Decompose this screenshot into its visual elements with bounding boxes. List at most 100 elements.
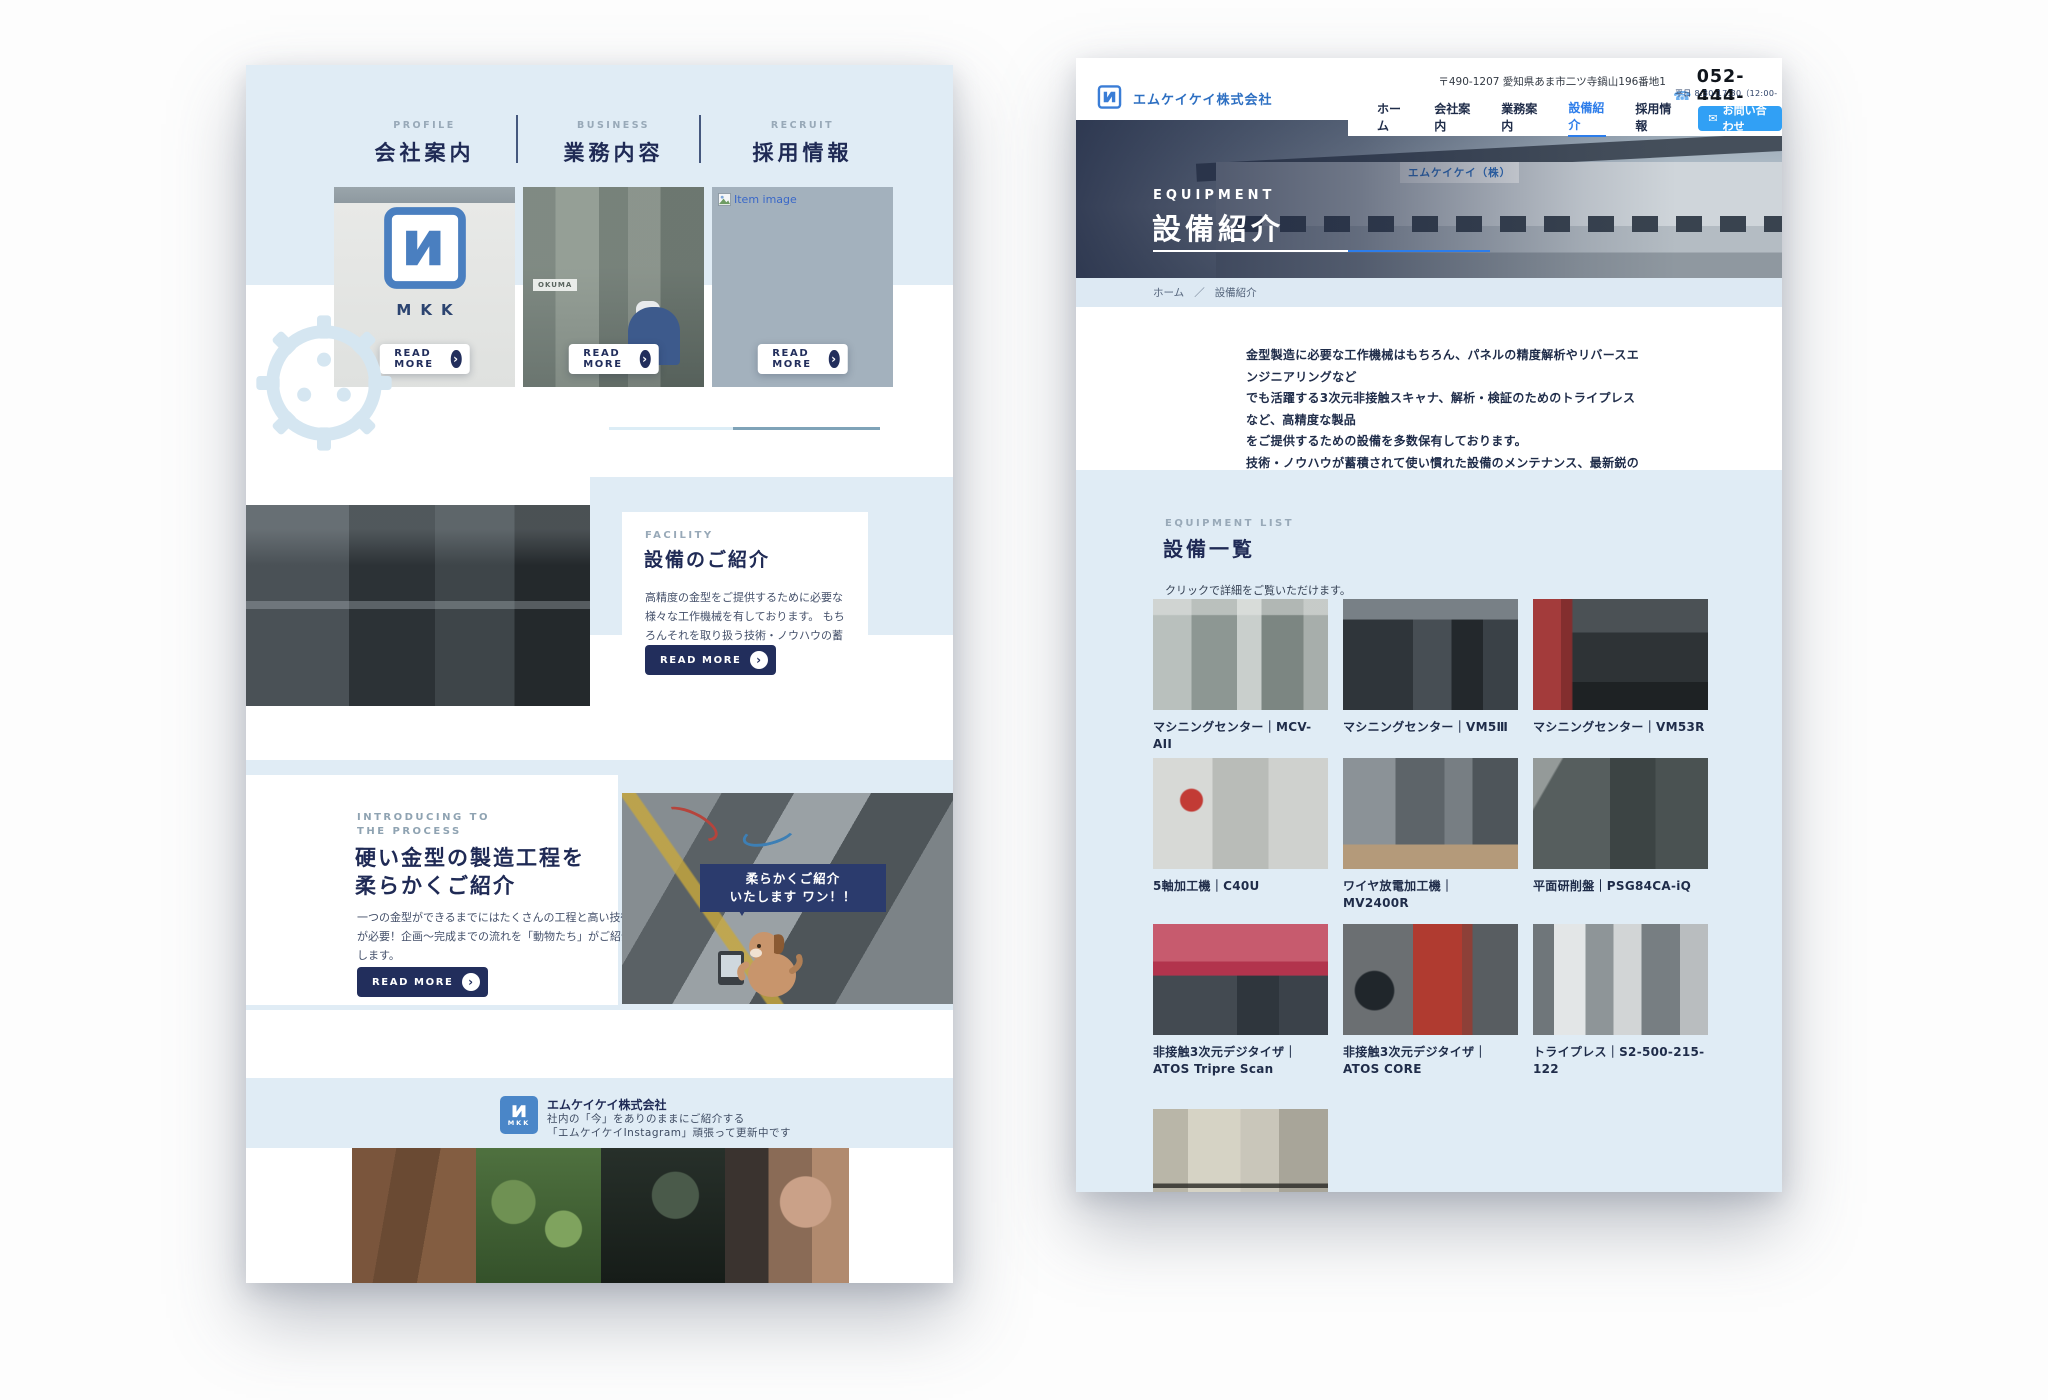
column-divider [699,115,701,163]
instagram-photo-plants[interactable] [476,1148,600,1283]
equipment-item-atos-core[interactable]: 非接触3次元デジタイザ｜ATOS CORE [1343,924,1518,1078]
3d-digitizer-red-photo [1343,924,1518,1035]
instagram-photo-person[interactable] [725,1148,849,1283]
chevron-right-icon: › [451,350,462,368]
equipment-item-psg84ca[interactable]: 平面研削盤｜PSG84CA-iQ [1533,758,1708,895]
five-axis-machine-photo [1153,758,1328,869]
process-label-line1: INTRODUCING TO [357,812,490,823]
home-page-screenshot: PROFILE 会社案内 BUSINESS 業務内容 RECRUIT 採用情報 … [246,65,953,1283]
nav-item-company[interactable]: 会社案内 [1434,100,1472,136]
chevron-right-icon: › [640,350,651,368]
main-navigation: ホーム 会社案内 業務案内 設備紹介 採用情報 ✉ お問い合わせ [1348,100,1782,136]
slider-heading-profile: PROFILE 会社案内 [334,120,515,167]
equipment-item-vm5iii[interactable]: マシニングセンター｜VM5Ⅲ [1343,599,1518,736]
facility-read-more-button[interactable]: READ MORE › [645,645,776,675]
business-label-ja: 業務内容 [523,137,704,167]
process-read-more-button[interactable]: READ MORE › [357,967,488,997]
instagram-caption-line2: 「エムケイケイInstagram」頑張って更新中です [547,1125,791,1140]
company-address: 〒490-1207 愛知県あま市二ツ寺鍋山196番地1 [1376,74,1666,89]
bubble-line1: 柔らかくご紹介 [746,870,841,888]
dog-mascot-illustration [716,913,806,1003]
mkk-instagram-logo: MKK [500,1096,538,1134]
surface-grinder-photo [1533,758,1708,869]
equipment-item-atos-tripre[interactable]: 非接触3次元デジタイザ｜ATOS Tripre Scan [1153,924,1328,1078]
hero-underline-blue [1348,250,1490,252]
business-card[interactable]: OKUMA READ MORE › [523,187,704,387]
equipment-item-vm53r[interactable]: マシニングセンター｜VM53R [1533,599,1708,736]
broken-image-alt-text: Item image [734,193,797,206]
3d-digitizer-pink-photo [1153,924,1328,1035]
mkk-signboard: MKK [365,205,485,319]
machining-center-light-photo [1153,599,1328,710]
chevron-right-icon: › [462,973,480,991]
carousel-progress-bar[interactable] [733,427,880,430]
intro-line: でも活躍する3次元非接触スキャナ、解析・検証のためのトライプレスなど、高精度な製… [1246,388,1646,431]
company-name[interactable]: エムケイケイ株式会社 [1133,89,1272,108]
nav-item-recruit[interactable]: 採用情報 [1635,100,1673,136]
recruit-label-en: RECRUIT [712,120,893,131]
breadcrumb-current: 設備紹介 [1215,285,1257,300]
page-title: 設備紹介 [1152,206,1284,248]
business-read-more-button[interactable]: READ MORE › [568,344,659,374]
recruit-card[interactable]: Item image READ MORE › [712,187,893,387]
facility-label: FACILITY [645,530,714,541]
facility-card: FACILITY 設備のご紹介 高精度の金型をご提供するために必要な様々な工作機… [622,512,868,710]
broken-image-indicator: Item image [718,193,797,206]
carousel-track [609,427,733,430]
instagram-photo-wood[interactable] [352,1148,476,1283]
mkk-logo-icon[interactable] [1093,85,1126,109]
process-label-line2: THE PROCESS [357,826,462,837]
instagram-photo-dark-scene[interactable] [601,1148,725,1283]
okuma-brand-label: OKUMA [533,279,577,291]
equipment-list-section: EQUIPMENT LIST 設備一覧 クリックで詳細をご覧いただけます。 マシ… [1076,470,1782,1192]
hero-label-en: EQUIPMENT [1153,188,1275,203]
breadcrumb-bar: ホーム ／ 設備紹介 [1076,278,1782,307]
breadcrumb-separator: ／ [1194,285,1205,300]
column-divider [516,115,518,163]
slider-heading-business: BUSINESS 業務内容 [523,120,704,167]
nav-item-business[interactable]: 業務案内 [1501,100,1539,136]
equipment-list-label: EQUIPMENT LIST [1165,518,1294,529]
process-title-line2: 柔らかくご紹介 [355,870,516,900]
facility-factory-photo [246,505,590,706]
mkk-logo-icon [382,205,468,291]
hero-banner: エムケイケイ（株） EQUIPMENT 設備紹介 [1076,120,1782,278]
dog-speech-bubble: 柔らかくご紹介 いたします ワン！！ [700,864,886,912]
equipment-item-try-press[interactable]: トライプレス｜S2-500-215-122 [1533,924,1708,1078]
equipment-item-c40u[interactable]: 5軸加工機｜C40U [1153,758,1328,895]
equipment-page-screenshot: エムケイケイ株式会社 〒490-1207 愛知県あま市二ツ寺鍋山196番地1 ☎… [1076,58,1782,1192]
nav-item-equipment[interactable]: 設備紹介 [1568,99,1606,137]
equipment-item-mv2400r[interactable]: ワイヤ放電加工機｜MV2400R [1343,758,1518,912]
nav-item-home[interactable]: ホーム [1377,100,1405,136]
broken-image-icon [718,193,731,206]
business-label-en: BUSINESS [523,120,704,131]
equipment-item-mcv-aii[interactable]: マシニングセンター｜MCV-AII [1153,599,1328,753]
intro-line: 金型製造に必要な工作機械はもちろん、パネルの精度解析やリバースエンジニアリングな… [1246,345,1646,388]
gear-decoration-icon [254,313,394,453]
equipment-item-partial[interactable] [1153,1109,1328,1192]
instagram-caption-line1: 社内の「今」をありのままにご紹介する [547,1111,745,1126]
equipment-list-note: クリックで詳細をご覧いただけます。 [1165,582,1351,598]
hero-underline-white [1153,250,1348,252]
bubble-line2: いたします ワン！！ [730,888,857,906]
facility-title: 設備のご紹介 [644,545,770,572]
screenshot-canvas: { "colors": { "accent_blue": "#31a0f5", … [0,0,2048,1400]
contact-button[interactable]: ✉ お問い合わせ [1698,106,1782,131]
press-machine-partial-photo [1153,1109,1328,1192]
red-wire-shape [657,800,722,849]
instagram-photo-strip [352,1148,849,1283]
process-title-line1: 硬い金型の製造工程を [355,842,585,872]
profile-label-en: PROFILE [334,120,515,131]
mkk-logo-icon [510,1104,528,1118]
profile-label-ja: 会社案内 [334,137,515,167]
process-body-text: 一つの金型ができるまでにはたくさんの工程と高い技術が必要！企画〜完成までの流れを… [357,908,632,965]
recruit-read-more-button[interactable]: READ MORE › [757,344,848,374]
blue-wire-shape [740,816,798,851]
slider-heading-recruit: RECRUIT 採用情報 [712,120,893,167]
envelope-icon: ✉ [1708,112,1717,125]
breadcrumb-home-link[interactable]: ホーム [1153,285,1184,300]
machining-center-red-photo [1533,599,1708,710]
intro-line: をご提供するための設備を多数保有しております。 [1246,431,1646,453]
try-press-photo [1533,924,1708,1035]
recruit-label-ja: 採用情報 [712,137,893,167]
